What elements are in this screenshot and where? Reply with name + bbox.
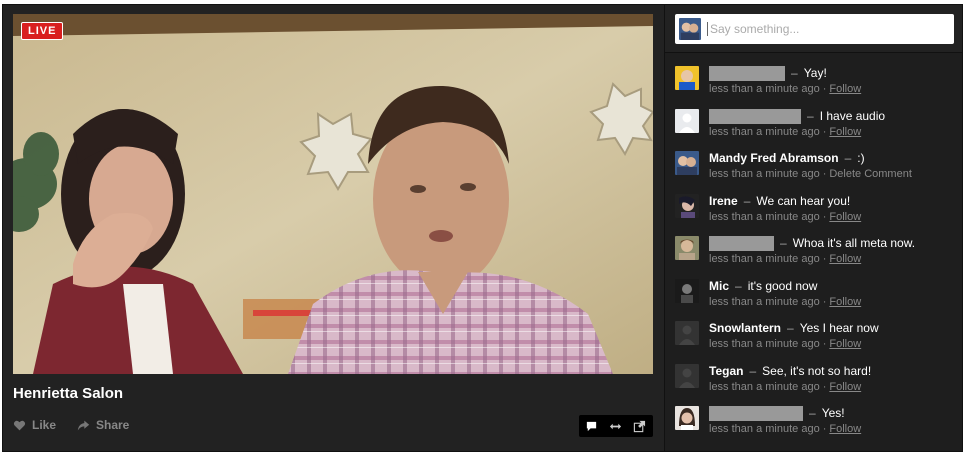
message-time: less than a minute ago (709, 381, 820, 393)
default-avatar-icon[interactable] (675, 109, 699, 133)
chat-message: Irene – We can hear you! less than a min… (675, 192, 960, 232)
avatar[interactable] (675, 194, 699, 218)
video-frame-image (13, 14, 653, 374)
popout-button[interactable] (627, 415, 651, 437)
horizontal-arrows-icon (609, 423, 621, 429)
delete-comment-link[interactable]: Delete Comment (829, 168, 912, 180)
live-badge: LIVE (21, 22, 64, 40)
follow-link[interactable]: Follow (829, 253, 861, 265)
message-time: less than a minute ago (709, 211, 820, 223)
avatar[interactable] (675, 321, 699, 345)
message-time: less than a minute ago (709, 423, 820, 435)
message-time: less than a minute ago (709, 296, 820, 308)
heart-icon (13, 420, 26, 430)
chat-input[interactable] (707, 22, 947, 36)
chat-message: Tegan – See, it's not so hard! less than… (675, 362, 960, 402)
username[interactable]: Snowlantern (709, 321, 781, 335)
chat-message: Mandy Fred Abramson – :) less than a min… (675, 149, 960, 189)
video-title: Henrietta Salon (13, 385, 124, 402)
chat-message-list: – Yay! less than a minute ago·Follow – (665, 54, 962, 451)
message-time: less than a minute ago (709, 168, 820, 180)
share-arrow-icon (77, 420, 90, 430)
blurred-username (709, 235, 774, 251)
chat-message: Snowlantern – Yes I hear now less than a… (675, 319, 960, 359)
video-player: LIVE Henrietta Salon Like Share (3, 5, 664, 451)
message-text: See, it's not so hard! (762, 364, 872, 378)
follow-link[interactable]: Follow (829, 338, 861, 350)
chat-panel: – Yay! less than a minute ago·Follow – (664, 5, 962, 451)
blurred-username (709, 405, 803, 421)
avatar[interactable] (675, 406, 699, 430)
app-frame: LIVE Henrietta Salon Like Share Say some… (2, 4, 963, 452)
message-text: :) (857, 151, 865, 165)
chat-input-box[interactable] (675, 14, 954, 44)
expand-width-button[interactable] (603, 415, 627, 437)
chat-message: – I have audio less than a minute ago · Fo… (675, 107, 960, 147)
current-user-avatar (679, 18, 701, 40)
follow-link[interactable]: Follow (829, 211, 861, 223)
player-controls (579, 415, 653, 437)
chat-message: – Whoa it's all meta now. less than a mi… (675, 234, 960, 274)
avatar[interactable] (675, 66, 699, 90)
follow-link[interactable]: Follow (829, 423, 861, 435)
toggle-chat-button[interactable] (579, 415, 603, 437)
message-text: Yes I hear now (799, 321, 879, 335)
chat-message: Mic – it's good now less than a minute a… (675, 277, 960, 317)
share-label: Share (96, 418, 130, 432)
follow-link[interactable]: Follow (829, 126, 861, 138)
blurred-username (709, 108, 801, 124)
avatar[interactable] (675, 364, 699, 388)
message-text: it's good now (747, 279, 818, 293)
avatar[interactable] (675, 279, 699, 303)
video-stream[interactable]: LIVE (13, 14, 653, 374)
chat-composer (665, 5, 962, 53)
message-text: We can hear you! (756, 194, 851, 208)
popout-icon (633, 420, 645, 432)
message-time: less than a minute ago (709, 253, 820, 265)
message-time: less than a minute ago (709, 338, 820, 350)
like-button[interactable]: Like (13, 418, 56, 432)
chat-bubble-icon (586, 421, 596, 431)
username[interactable]: Tegan (709, 364, 743, 378)
follow-link[interactable]: Follow (829, 296, 861, 308)
follow-link[interactable]: Follow (829, 381, 861, 393)
share-button[interactable]: Share (77, 418, 129, 432)
avatar[interactable] (675, 236, 699, 260)
chat-message: – Yay! less than a minute ago · Follow (675, 64, 960, 104)
chat-message: – Yes! less than a minute ago · Follow (675, 404, 960, 444)
avatar[interactable] (675, 151, 699, 175)
username[interactable]: Irene (709, 194, 738, 208)
username[interactable]: Mandy Fred Abramson (709, 151, 839, 165)
message-text: Whoa it's all meta now. (792, 236, 916, 250)
like-label: Like (32, 418, 57, 432)
message-text: Yes! (821, 406, 845, 420)
blurred-username (709, 65, 785, 81)
message-text: I have audio (819, 109, 886, 123)
message-time: less than a minute ago (709, 83, 820, 95)
message-text: Yay! (803, 66, 827, 80)
username[interactable]: Mic (709, 279, 729, 293)
message-time: less than a minute ago (709, 126, 820, 138)
follow-link[interactable]: Follow (829, 83, 861, 95)
